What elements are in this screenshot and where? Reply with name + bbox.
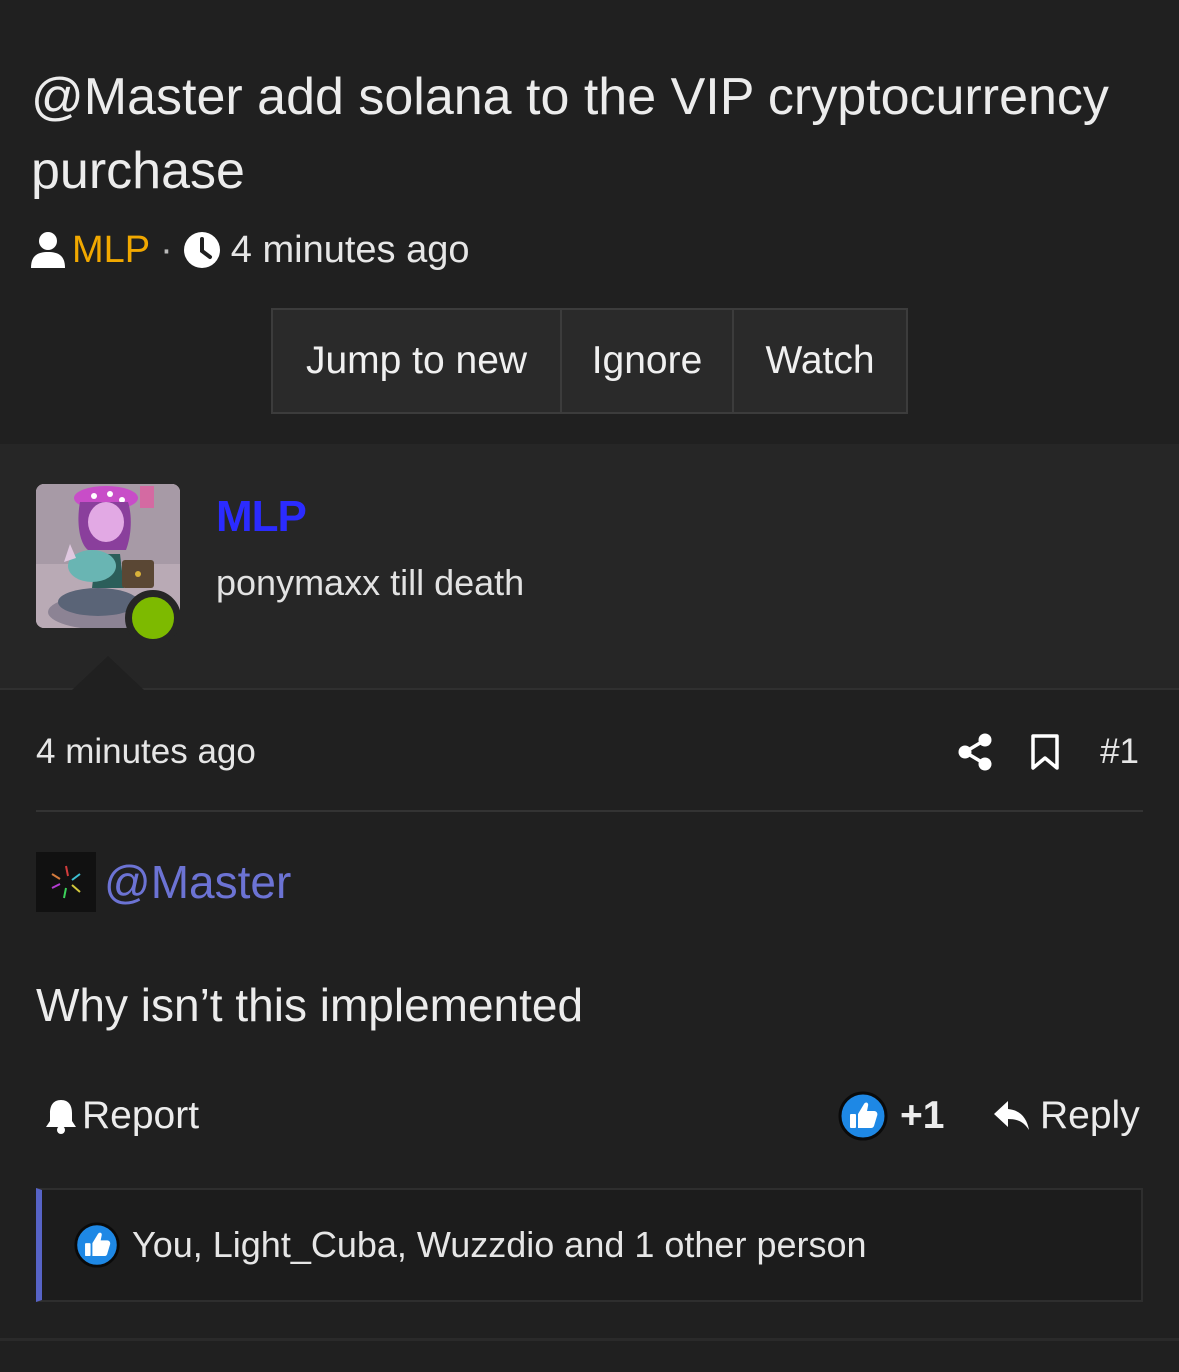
like-reaction-button[interactable]: +1 <box>838 1090 944 1142</box>
post-user-block: MLP ponymaxx till death <box>0 444 1179 690</box>
watch-button[interactable]: Watch <box>734 310 906 412</box>
thumbs-up-icon <box>74 1222 120 1268</box>
user-icon <box>30 231 66 269</box>
message-pointer <box>72 656 144 690</box>
thread-author-link[interactable]: MLP <box>72 229 150 272</box>
post-number-link[interactable]: #1 <box>1100 732 1139 772</box>
thread-meta: MLP · 4 minutes ago <box>30 228 470 272</box>
meta-separator: · <box>160 228 173 271</box>
bookmark-icon[interactable] <box>1030 733 1060 771</box>
post-divider <box>36 810 1143 812</box>
reactions-summary-bar[interactable]: You, Light_Cuba, Wuzzdio and 1 other per… <box>36 1188 1143 1302</box>
clock-icon <box>183 231 221 269</box>
post-bottom-divider <box>0 1338 1179 1341</box>
report-button[interactable]: Report <box>44 1092 199 1140</box>
bell-icon <box>44 1097 82 1135</box>
post-username[interactable]: MLP <box>216 492 307 542</box>
jump-to-new-button[interactable]: Jump to new <box>273 310 562 412</box>
reactions-summary-text: You, Light_Cuba, Wuzzdio and 1 other per… <box>132 1224 867 1265</box>
thread-title: @Master add solana to the VIP cryptocurr… <box>31 68 1109 200</box>
mention-avatar <box>36 852 96 912</box>
reply-label: Reply <box>1040 1094 1140 1137</box>
online-status-indicator <box>125 590 181 646</box>
thread-action-buttons: Jump to new Ignore Watch <box>271 308 908 414</box>
share-icon[interactable] <box>958 733 992 771</box>
reply-button[interactable]: Reply <box>992 1092 1140 1140</box>
post-body: 4 minutes ago #1 @Master Why isn’t this … <box>0 690 1179 1340</box>
post-header-actions: #1 <box>920 728 1139 776</box>
post-date[interactable]: 4 minutes ago <box>36 732 256 772</box>
post-message: Why isn’t this implemented <box>36 979 584 1031</box>
mention-line: @Master <box>36 852 291 912</box>
user-title: ponymaxx till death <box>216 562 525 603</box>
user-mention-link[interactable]: @Master <box>104 855 291 909</box>
thread-time: 4 minutes ago <box>230 228 470 271</box>
reply-arrow-icon <box>992 1099 1040 1133</box>
reaction-count: +1 <box>900 1094 945 1137</box>
thumbs-up-icon <box>838 1091 888 1141</box>
ignore-button[interactable]: Ignore <box>562 310 734 412</box>
report-label: Report <box>82 1094 200 1137</box>
thread-header: @Master add solana to the VIP cryptocurr… <box>0 0 1179 444</box>
